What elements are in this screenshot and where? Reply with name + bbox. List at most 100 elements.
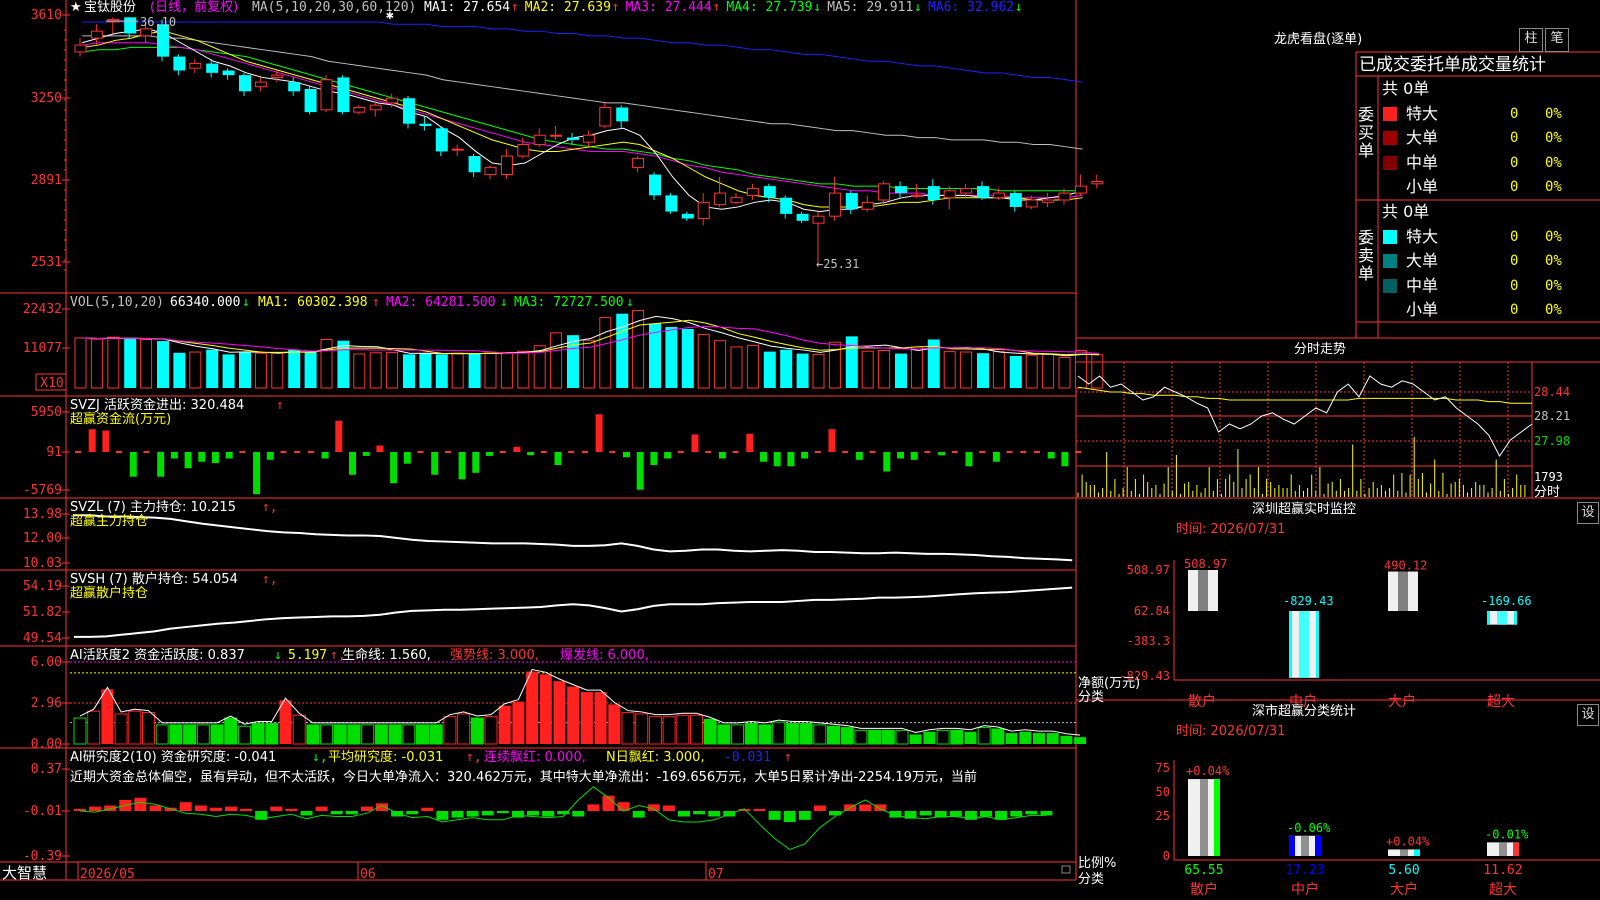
vol-tick-label: 22432: [23, 302, 62, 317]
monitor-settings-button[interactable]: 设: [1577, 502, 1599, 524]
active-bar: [567, 686, 580, 744]
arrow: ↑,: [466, 750, 482, 765]
flow-bar: [595, 414, 603, 452]
monitor-bar-label: -829.43: [1283, 594, 1334, 608]
sell-row-pct: 0%: [1545, 229, 1562, 245]
candle: [468, 153, 481, 177]
flow-bar: [623, 452, 630, 458]
legend-swatch: [1383, 107, 1397, 121]
tab-orders[interactable]: 委托单: [1410, 55, 1461, 75]
candle-body: [1058, 192, 1071, 201]
candle: [681, 211, 694, 221]
flow-bar: [760, 452, 767, 462]
y-tick-label: 2531: [31, 255, 62, 270]
svzj-tick-label: 5950: [31, 405, 62, 420]
flow-bar: [992, 452, 1000, 462]
research-bar: [496, 811, 509, 814]
candle-body: [1091, 181, 1104, 185]
sell-row-pct: 0%: [1545, 253, 1562, 270]
active-bar: [265, 723, 279, 745]
monitor-bar-edge: [1514, 611, 1517, 625]
buy-total: 共 0单: [1382, 79, 1430, 98]
tick-view-button[interactable]: 笔: [1545, 28, 1569, 52]
ai-research-red: 连续飘红: 0.000,: [484, 750, 586, 765]
vol-value: 66340.000: [170, 295, 241, 310]
candle-body: [254, 81, 267, 88]
research-bar: [466, 811, 479, 817]
candle-body: [124, 17, 137, 34]
flow-bar: [554, 452, 562, 465]
candle: [632, 156, 645, 173]
vol-arrow: ↑: [372, 295, 380, 310]
vol-bar: [435, 354, 448, 388]
vol-bar: [500, 351, 513, 389]
vol-bar: [910, 346, 923, 389]
vol-bar: [861, 350, 874, 389]
ai-life-line: 生命线: 1.560,: [342, 648, 431, 663]
candle-body: [616, 107, 629, 122]
vol-bar: [271, 352, 284, 389]
column-view-button[interactable]: 柱: [1519, 28, 1543, 52]
vol-bar: [173, 352, 186, 388]
flow-bar: [513, 446, 521, 452]
classify-change-label: +0.04%: [1186, 764, 1230, 778]
candle-body: [288, 82, 301, 92]
flow-bar: [664, 452, 672, 459]
candle-body: [582, 134, 595, 143]
vol-bar: [796, 353, 809, 388]
active-bar: [498, 705, 511, 744]
active-bar: [101, 689, 114, 744]
sell-row-pct: 0%: [1545, 301, 1562, 318]
research-bar: [451, 811, 464, 818]
marker-icon: ✱: [386, 8, 394, 23]
candle: [649, 172, 661, 200]
research-bar: [225, 806, 237, 811]
classify-ylabel: 比例%: [1078, 856, 1117, 871]
flow-bar: [1020, 451, 1027, 453]
active-bar: [744, 723, 758, 745]
tab-filled[interactable]: 已成交: [1359, 55, 1410, 75]
active-bar: [553, 681, 566, 744]
y-tick-label: 3250: [31, 91, 62, 106]
classify-value-label: 5.60: [1388, 863, 1419, 878]
candle: [533, 128, 546, 147]
vol-bar: [403, 354, 415, 388]
research-bar: [874, 804, 887, 811]
vol-tick-label: 11077: [23, 341, 62, 356]
vol-bar: [468, 353, 481, 388]
ai-research-avg: 平均研究度: -0.031: [328, 750, 444, 765]
candle-body: [403, 98, 415, 124]
sell-row-pct: 0%: [1545, 277, 1562, 294]
active-bar: [402, 724, 416, 745]
active-bar: [87, 710, 101, 745]
flow-bar: [855, 452, 863, 460]
buy-row-pct: 0%: [1545, 130, 1562, 147]
active-bar: [991, 728, 1005, 745]
candle: [665, 193, 678, 214]
candle: [780, 195, 793, 219]
active-bar: [950, 729, 964, 745]
candle-body: [812, 215, 825, 224]
active-bar: [361, 724, 375, 745]
research-bar: [149, 805, 162, 811]
flow-bar: [280, 451, 287, 453]
vol-bar: [239, 351, 251, 388]
candle-body: [517, 144, 530, 157]
vol-bar: [780, 349, 793, 388]
vol-bar: [878, 349, 891, 389]
vol-bar: [90, 338, 103, 389]
classify-category: 大户: [1390, 881, 1418, 898]
research-bar: [889, 811, 902, 818]
active-bar: [210, 724, 224, 745]
y-tick-label: 2891: [31, 173, 62, 188]
tab-volume-stats[interactable]: 成交量统计: [1461, 55, 1546, 75]
classify-settings-button[interactable]: 设: [1577, 704, 1599, 726]
svzl-arrow: ↑,: [262, 500, 278, 515]
candle-body: [665, 195, 678, 212]
vol-arrow: ↓: [500, 295, 508, 310]
active-bar: [73, 717, 87, 745]
candle-body: [1042, 199, 1055, 203]
flow-bar: [403, 452, 411, 464]
research-bar: [798, 811, 811, 820]
flow-bar: [869, 451, 876, 453]
